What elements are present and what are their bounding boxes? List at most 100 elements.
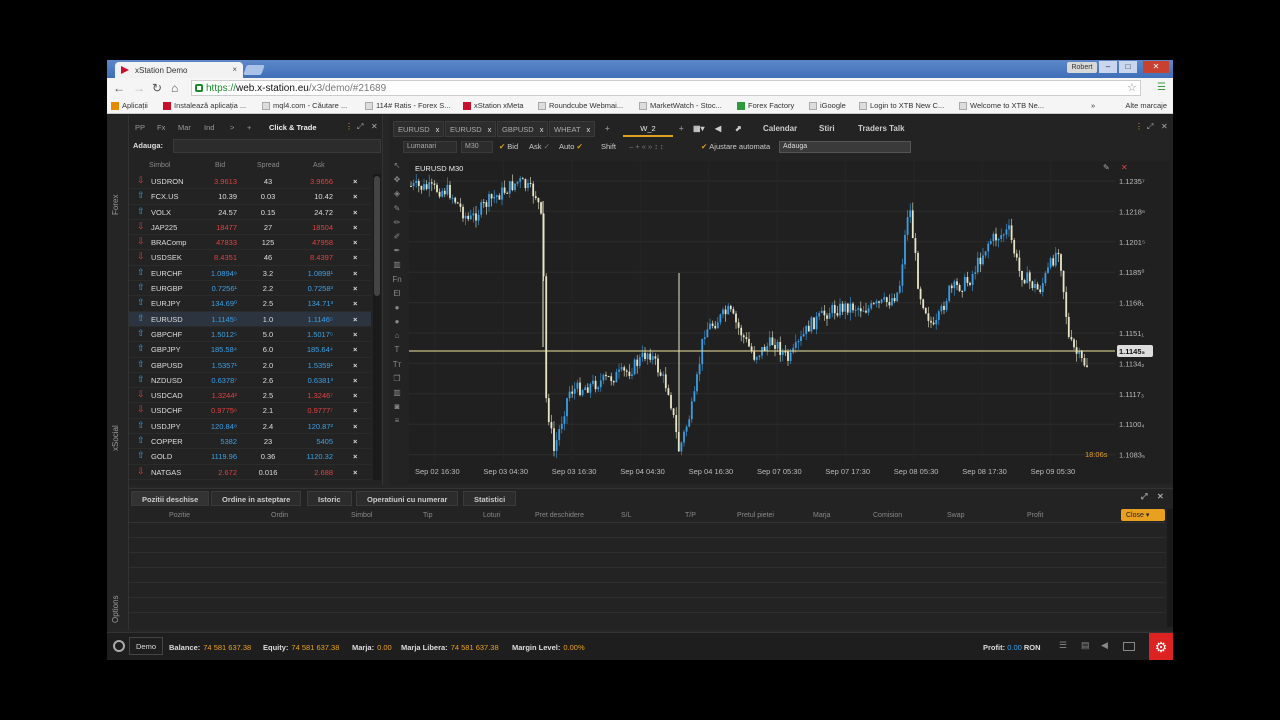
market-row[interactable]: ⇧ GBPCHF 1.5012⁵ 5.0 1.5017⁵ × — [129, 327, 371, 343]
layers-icon[interactable]: ❐ — [389, 374, 405, 388]
remove-icon[interactable]: × — [353, 315, 357, 324]
layout-icon[interactable]: ☰ — [1059, 640, 1071, 650]
bid-toggle[interactable]: ✔ Bid — [499, 142, 518, 151]
bid-price[interactable]: 2.672 — [189, 468, 237, 477]
detach-icon[interactable]: ⬈ — [735, 124, 742, 133]
tab-ind[interactable]: Ind — [204, 123, 214, 132]
market-row[interactable]: ⇩ BRAComp 47833 125 47958 × — [129, 235, 371, 251]
bid-price[interactable]: 1.5012⁵ — [189, 330, 237, 339]
bid-price[interactable]: 10.39 — [189, 192, 237, 201]
click-and-trade-tab[interactable]: Click & Trade — [269, 123, 317, 132]
bid-price[interactable]: 1.3244² — [189, 391, 237, 400]
reload-icon[interactable]: ↻ — [152, 81, 162, 95]
bid-price[interactable]: 0.7256¹ — [189, 284, 237, 293]
bookmark-item[interactable]: iGoogle — [809, 101, 846, 110]
fn-icon[interactable]: Fn — [389, 275, 405, 289]
remove-icon[interactable]: × — [353, 284, 357, 293]
bookmark-item[interactable]: Welcome to XTB Ne... — [959, 101, 1044, 110]
timeframe-select[interactable]: M30 — [461, 141, 493, 153]
add-symbol-input[interactable] — [173, 139, 381, 153]
remove-icon[interactable]: × — [353, 437, 357, 446]
remove-icon[interactable]: × — [353, 299, 357, 308]
ask-price[interactable]: 5405 — [279, 437, 333, 446]
layout-grid-icon[interactable]: ▦▾ — [693, 124, 705, 133]
home-icon[interactable]: ⌂ — [171, 81, 178, 95]
add-indicator-input[interactable]: Adauga — [779, 141, 911, 153]
arrow-left-icon[interactable]: ◀ — [715, 124, 721, 133]
bookmark-item[interactable]: mql4.com - Căutare ... — [262, 101, 347, 110]
ask-price[interactable]: 0.9777⁷ — [279, 406, 333, 415]
bars-icon[interactable]: ▥ — [389, 388, 405, 402]
text-icon[interactable]: T — [389, 345, 405, 359]
market-row[interactable]: ⇧ EURJPY 134.69⁰ 2.5 134.71³ × — [129, 296, 371, 312]
bookmark-item[interactable]: Login to XTB New C... — [859, 101, 944, 110]
back-icon[interactable]: ← — [113, 81, 125, 95]
tab-history[interactable]: Istoric — [307, 491, 352, 506]
dot-icon[interactable]: ● — [389, 303, 405, 317]
remove-icon[interactable]: × — [353, 223, 357, 232]
diamond-icon[interactable]: ◈ — [389, 189, 405, 203]
auto-toggle[interactable]: Auto ✔ — [559, 142, 585, 151]
chrome-menu-icon[interactable]: ☰ — [1157, 82, 1166, 93]
remove-icon[interactable]: × — [353, 177, 357, 186]
price-chart[interactable]: 1.1235⁷ 1.1218⁶ 1.1201⁵ 1.1185⁰ 1.1168₁ 1.115… — [409, 161, 1171, 483]
chart-tab[interactable]: EURUSD x — [393, 121, 445, 137]
market-row[interactable]: ⇧ VOLX 24.57 0.15 24.72 × — [129, 205, 371, 220]
news-button[interactable]: Stiri — [819, 124, 835, 133]
ask-price[interactable]: 120.87² — [279, 422, 333, 431]
market-row[interactable]: ⇧ EURGBP 0.7256¹ 2.2 0.7258³ × — [129, 281, 371, 297]
new-tab-button[interactable] — [243, 65, 265, 75]
remove-icon[interactable]: × — [353, 391, 357, 400]
ask-price[interactable]: 0.6381³ — [279, 376, 333, 385]
ask-price[interactable]: 1.5359¹ — [279, 361, 333, 370]
other-bookmarks[interactable]: Alte marcaje — [1125, 101, 1167, 110]
bid-price[interactable]: 120.84⁸ — [189, 422, 237, 431]
market-row[interactable]: ⇧ EURCHF 1.0894⁹ 3.2 1.0898¹ × — [129, 266, 371, 282]
pen-icon[interactable]: ✎ — [389, 204, 405, 218]
ask-price[interactable]: 47958 — [279, 238, 333, 247]
shapes-icon[interactable]: ⌂ — [389, 331, 405, 345]
bid-price[interactable]: 1.1145⁵ — [189, 315, 238, 324]
bookmark-item[interactable]: Instalează aplicația ... — [163, 101, 246, 110]
bookmarks-more-button[interactable]: » — [1091, 101, 1095, 110]
bid-price[interactable]: 24.57 — [189, 208, 237, 217]
settings-gear-icon[interactable]: ⚙ — [1149, 633, 1173, 660]
ask-price[interactable]: 1.1146⁵ — [279, 315, 334, 324]
tab-mar[interactable]: Mar — [178, 123, 191, 132]
remove-icon[interactable]: × — [353, 253, 357, 262]
bid-price[interactable]: 0.9775⁶ — [189, 406, 237, 415]
remove-icon[interactable]: × — [353, 452, 357, 461]
account-mode-button[interactable]: Demo — [129, 637, 163, 655]
close-panel-icon[interactable]: ✕ — [1161, 122, 1168, 131]
url-input[interactable]: https://web.x-station.eu/x3/demo/#21689 — [191, 80, 1141, 96]
chart-type-select[interactable]: Lumanari — [403, 141, 457, 153]
remove-icon[interactable]: × — [353, 361, 357, 370]
bars-icon[interactable]: ▥ — [389, 260, 405, 274]
ask-price[interactable]: 1120.32 — [279, 452, 333, 461]
remove-icon[interactable]: × — [353, 238, 357, 247]
bid-price[interactable]: 5382 — [189, 437, 237, 446]
remove-icon[interactable]: × — [353, 208, 357, 217]
ask-price[interactable]: 18504 — [279, 223, 333, 232]
chart-tab[interactable]: WHEAT x — [549, 121, 596, 137]
tab-open-positions[interactable]: Pozitii deschise — [131, 491, 210, 506]
calendar-button[interactable]: Calendar — [763, 124, 797, 133]
chart-tab[interactable]: GBPUSD x — [497, 121, 549, 137]
bookmark-item[interactable]: Roundcube Webmai... — [538, 101, 623, 110]
tab-add[interactable]: + — [247, 123, 251, 132]
grid-icon[interactable]: ▤ — [1081, 640, 1093, 650]
bookmark-star-icon[interactable]: ☆ — [1127, 81, 1137, 94]
minimize-button[interactable]: – — [1099, 61, 1117, 73]
market-row[interactable]: ⇩ USDCAD 1.3244² 2.5 1.3246⁷ × — [129, 388, 371, 404]
bid-price[interactable]: 0.6378⁷ — [189, 376, 237, 385]
remove-icon[interactable]: × — [353, 406, 357, 415]
market-row[interactable]: ⇧ GBPUSD 1.5357¹ 2.0 1.5359¹ × — [129, 358, 371, 373]
bookmark-item[interactable]: Forex Factory — [737, 101, 794, 110]
market-row[interactable]: ⇧ EURUSD 1.1145⁵ 1.0 1.1146⁵ × — [129, 311, 371, 327]
dot-icon[interactable]: ● — [389, 317, 405, 331]
tab-cash-operations[interactable]: Operatiuni cu numerar — [356, 491, 459, 506]
ask-price[interactable]: 185.64⁴ — [279, 345, 333, 354]
bid-price[interactable]: 134.69⁰ — [189, 299, 237, 308]
tab-more[interactable]: > — [230, 123, 234, 132]
rail-forex[interactable]: Forex — [111, 195, 120, 215]
